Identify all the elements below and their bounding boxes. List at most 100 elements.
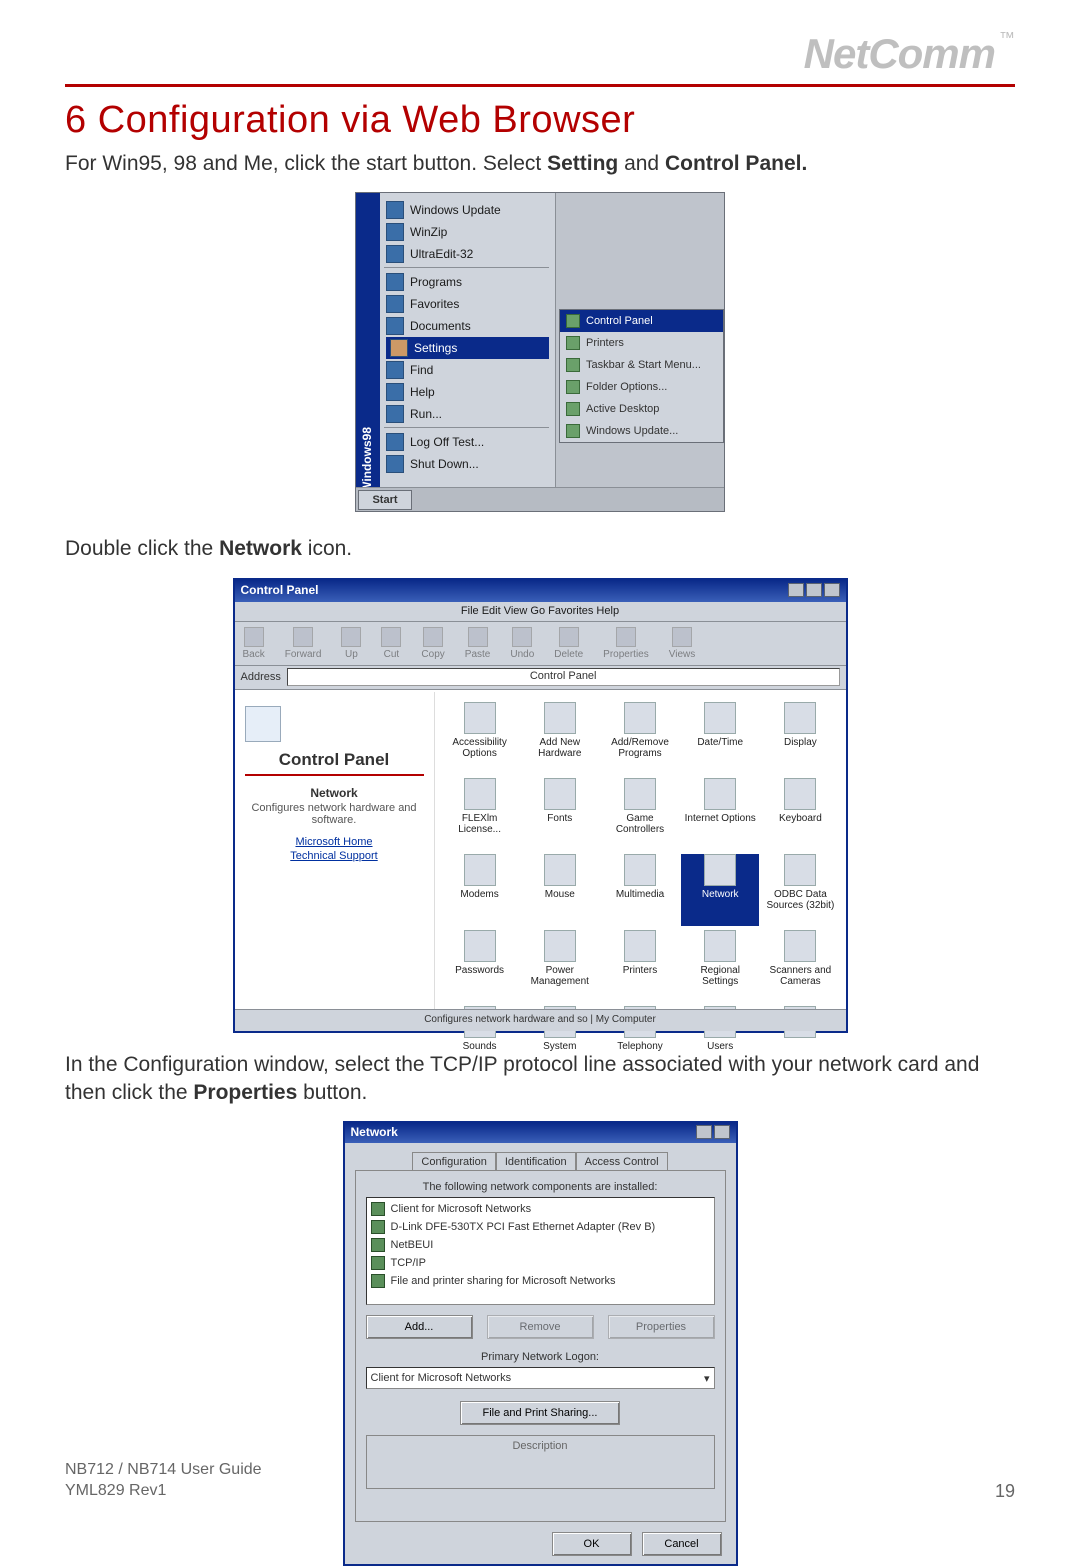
fly-item[interactable]: Printers <box>560 332 723 354</box>
programs-icon <box>386 273 404 291</box>
page-number: 19 <box>995 1481 1015 1502</box>
help-icon[interactable] <box>696 1125 712 1139</box>
fly-controlpanel[interactable]: Control Panel <box>560 310 723 332</box>
sm-item[interactable]: Programs <box>386 271 549 293</box>
cp-menubar[interactable]: File Edit View Go Favorites Help <box>235 602 846 622</box>
ms-home-link[interactable]: Microsoft Home <box>245 836 424 848</box>
cp-icon[interactable]: Game Controllers <box>601 778 679 850</box>
tab-identification[interactable]: Identification <box>496 1152 576 1171</box>
toolbar-back[interactable]: Back <box>243 627 265 660</box>
cp-statusbar: Configures network hardware and so | My … <box>235 1009 846 1031</box>
p1c: and <box>618 152 665 175</box>
ok-button[interactable]: OK <box>552 1532 632 1556</box>
component-row[interactable]: Client for Microsoft Networks <box>369 1200 712 1218</box>
cp-icon[interactable]: Power Management <box>521 930 599 1002</box>
toolbar-views[interactable]: Views <box>669 627 696 660</box>
cp-icon[interactable]: Network <box>681 854 759 926</box>
close-icon[interactable] <box>824 583 840 597</box>
toolbar-undo[interactable]: Undo <box>510 627 534 660</box>
toolbar-forward[interactable]: Forward <box>285 627 322 660</box>
addr-field[interactable]: Control Panel <box>287 668 840 686</box>
component-row[interactable]: TCP/IP <box>369 1254 712 1272</box>
cp-icon[interactable]: Add/Remove Programs <box>601 702 679 774</box>
p1d: Control Panel. <box>665 152 807 175</box>
sm-item[interactable]: Favorites <box>386 293 549 315</box>
cp-title-text: Control Panel <box>241 583 319 599</box>
close-icon[interactable] <box>714 1125 730 1139</box>
sm-item[interactable]: Shut Down... <box>386 453 549 475</box>
lbl: Programs <box>410 275 462 289</box>
toolbar-cut[interactable]: Cut <box>381 627 401 660</box>
tech-support-link[interactable]: Technical Support <box>245 850 424 862</box>
cp-icon[interactable]: Internet Options <box>681 778 759 850</box>
lbl: Windows Update... <box>586 425 678 437</box>
p2c: icon. <box>302 537 352 560</box>
cp-icon[interactable]: Add New Hardware <box>521 702 599 774</box>
cp-addressbar: Address Control Panel <box>235 666 846 690</box>
sm-item[interactable]: Documents <box>386 315 549 337</box>
sm-item[interactable]: Log Off Test... <box>386 431 549 453</box>
desc-label: Description <box>512 1440 567 1452</box>
add-button[interactable]: Add... <box>366 1315 473 1339</box>
toolbar-paste[interactable]: Paste <box>465 627 491 660</box>
cp-icon[interactable]: FLEXlm License... <box>441 778 519 850</box>
sm-item[interactable]: Run... <box>386 403 549 425</box>
cp-icon-grid: Accessibility OptionsAdd New HardwareAdd… <box>435 692 846 1009</box>
fly-item[interactable]: Windows Update... <box>560 420 723 442</box>
folder-icon <box>245 706 281 742</box>
file-print-sharing-button[interactable]: File and Print Sharing... <box>460 1401 620 1425</box>
p2a: Double click the <box>65 537 219 560</box>
shutdown-icon <box>386 455 404 473</box>
fly-item[interactable]: Active Desktop <box>560 398 723 420</box>
cp-icon[interactable]: Mouse <box>521 854 599 926</box>
tab-configuration[interactable]: Configuration <box>412 1152 495 1171</box>
properties-button[interactable]: Properties <box>608 1315 715 1339</box>
min-icon[interactable] <box>788 583 804 597</box>
cp-icon[interactable]: Keyboard <box>761 778 839 850</box>
cp-icon[interactable]: Fonts <box>521 778 599 850</box>
cp-icon[interactable]: Multimedia <box>601 854 679 926</box>
startmenu-sidebar: Windows98 <box>356 193 380 511</box>
nd-titlebar: Network <box>345 1123 736 1143</box>
cp-icon[interactable]: Scanners and Cameras <box>761 930 839 1002</box>
sm-item[interactable]: Windows Update <box>386 199 549 221</box>
start-button[interactable]: Start <box>358 490 412 510</box>
toolbar-properties[interactable]: Properties <box>603 627 649 660</box>
max-icon[interactable] <box>806 583 822 597</box>
logon-value: Client for Microsoft Networks <box>371 1372 512 1384</box>
tab-access-control[interactable]: Access Control <box>576 1152 668 1171</box>
fly-item[interactable]: Folder Options... <box>560 376 723 398</box>
cp-icon[interactable]: Printers <box>601 930 679 1002</box>
lbl: Run... <box>410 407 442 421</box>
cp-icon[interactable]: Passwords <box>441 930 519 1002</box>
cp-icon[interactable]: Display <box>761 702 839 774</box>
sm-item[interactable]: UltraEdit-32 <box>386 243 549 265</box>
brand-logo: NetComm™ <box>65 30 1015 78</box>
sm-item[interactable]: WinZip <box>386 221 549 243</box>
cp-icon[interactable]: ODBC Data Sources (32bit) <box>761 854 839 926</box>
cp-icon[interactable]: Regional Settings <box>681 930 759 1002</box>
fly-item[interactable]: Taskbar & Start Menu... <box>560 354 723 376</box>
cp-icon[interactable]: Date/Time <box>681 702 759 774</box>
favorites-icon <box>386 295 404 313</box>
toolbar-copy[interactable]: Copy <box>421 627 444 660</box>
component-row[interactable]: NetBEUI <box>369 1236 712 1254</box>
toolbar-up[interactable]: Up <box>341 627 361 660</box>
component-row[interactable]: File and printer sharing for Microsoft N… <box>369 1272 712 1290</box>
logon-dropdown[interactable]: Client for Microsoft Networks ▾ <box>366 1367 715 1389</box>
cancel-button[interactable]: Cancel <box>642 1532 722 1556</box>
cp-icon[interactable]: Modems <box>441 854 519 926</box>
toolbar-delete[interactable]: Delete <box>554 627 583 660</box>
sm-item[interactable]: Find <box>386 359 549 381</box>
logo-text: NetComm <box>804 30 995 78</box>
cp-icon[interactable]: Accessibility Options <box>441 702 519 774</box>
component-row[interactable]: D-Link DFE-530TX PCI Fast Ethernet Adapt… <box>369 1218 712 1236</box>
sidebar-text: Windows98 <box>360 427 374 493</box>
remove-button[interactable]: Remove <box>487 1315 594 1339</box>
p3b: Properties <box>193 1081 297 1104</box>
logon-label: Primary Network Logon: <box>366 1351 715 1363</box>
components-list[interactable]: Client for Microsoft NetworksD-Link DFE-… <box>366 1197 715 1305</box>
sm-settings[interactable]: Settings <box>386 337 549 359</box>
sm-item[interactable]: Help <box>386 381 549 403</box>
lbl: Folder Options... <box>586 381 667 393</box>
